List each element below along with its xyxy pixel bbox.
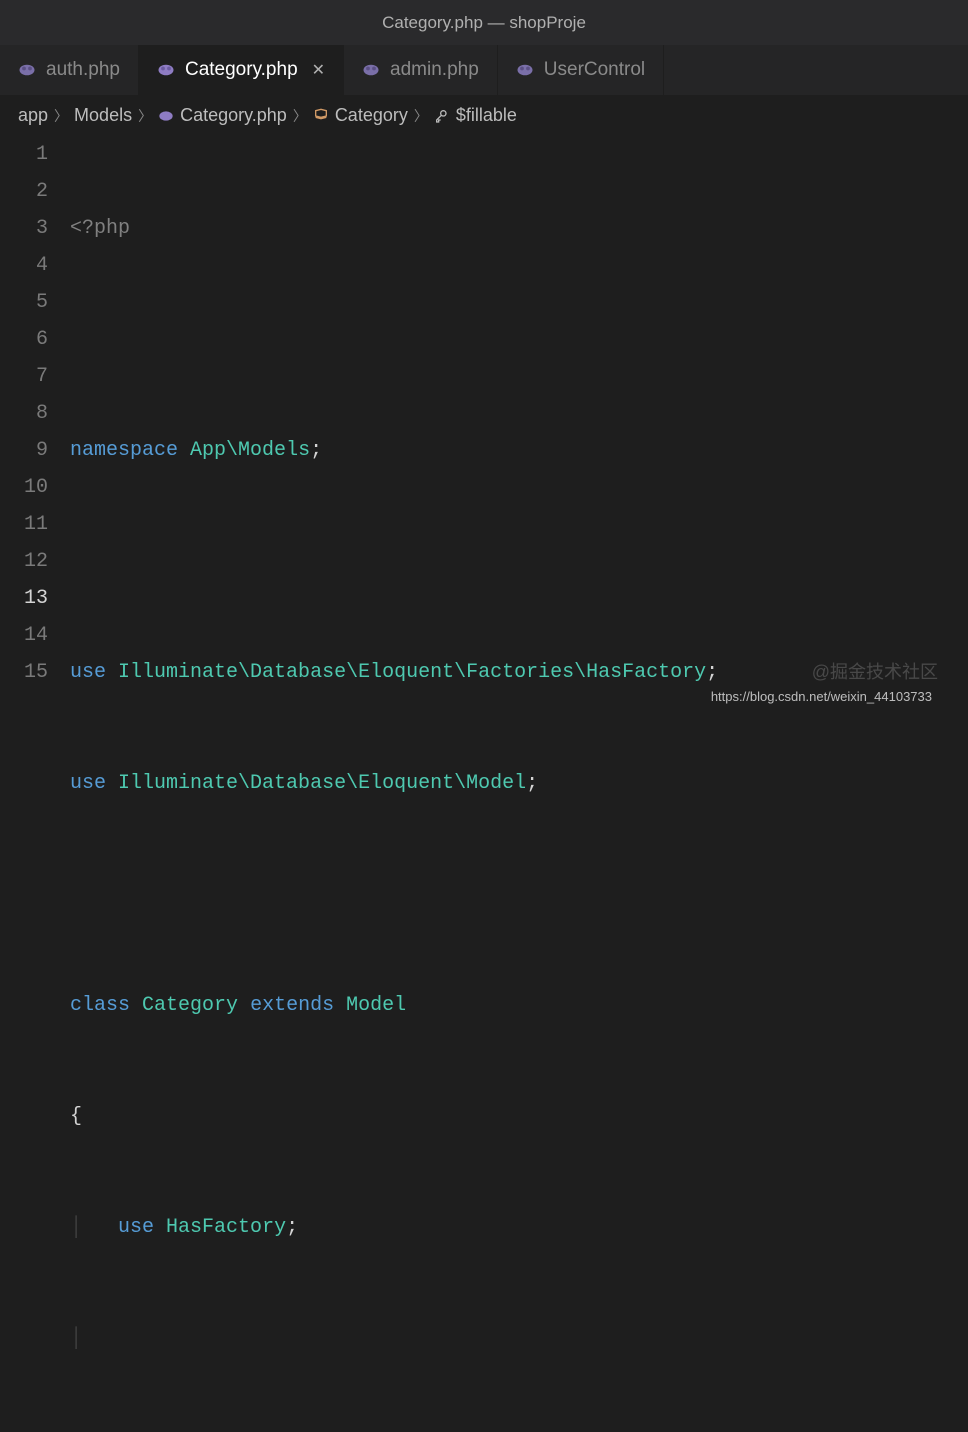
tab-label: auth.php <box>46 59 120 81</box>
breadcrumbs[interactable]: app 〉 Models 〉 Category.php 〉 Category 〉… <box>0 95 968 136</box>
php-icon <box>18 61 36 79</box>
tabs-bar: auth.php Category.php ✕ admin.php UserCo… <box>0 45 968 95</box>
window-title: Category.php — shopProje <box>0 0 968 45</box>
chevron-right-icon: 〉 <box>414 106 428 126</box>
chevron-right-icon: 〉 <box>54 106 68 126</box>
php-icon <box>362 61 380 79</box>
tab-label: UserControl <box>544 59 645 81</box>
breadcrumb-app[interactable]: app <box>18 105 48 126</box>
breadcrumb-class[interactable]: Category <box>335 105 408 126</box>
watermark-text: @掘金技术社区 <box>812 658 938 684</box>
breadcrumb-member[interactable]: $fillable <box>456 105 517 126</box>
tab-auth[interactable]: auth.php <box>0 45 139 95</box>
chevron-right-icon: 〉 <box>138 106 152 126</box>
breadcrumb-models[interactable]: Models <box>74 105 132 126</box>
tab-usercontrol[interactable]: UserControl <box>498 45 664 95</box>
line-gutter: 123456789101112131415 <box>0 136 70 1432</box>
close-icon[interactable]: ✕ <box>312 60 325 80</box>
php-icon <box>158 108 174 124</box>
tab-label: Category.php <box>185 59 298 81</box>
code-content[interactable]: <?php namespace App\Models; use Illumina… <box>70 136 968 1432</box>
tab-category[interactable]: Category.php ✕ <box>139 45 344 95</box>
breadcrumb-file[interactable]: Category.php <box>180 105 287 126</box>
php-icon <box>516 61 534 79</box>
class-icon <box>313 108 329 124</box>
property-icon <box>434 108 450 124</box>
tab-admin[interactable]: admin.php <box>344 45 498 95</box>
chevron-right-icon: 〉 <box>293 106 307 126</box>
code-editor[interactable]: 123456789101112131415 <?php namespace Ap… <box>0 136 968 1432</box>
tab-label: admin.php <box>390 59 479 81</box>
php-icon <box>157 61 175 79</box>
watermark-url: https://blog.csdn.net/weixin_44103733 <box>711 689 932 704</box>
